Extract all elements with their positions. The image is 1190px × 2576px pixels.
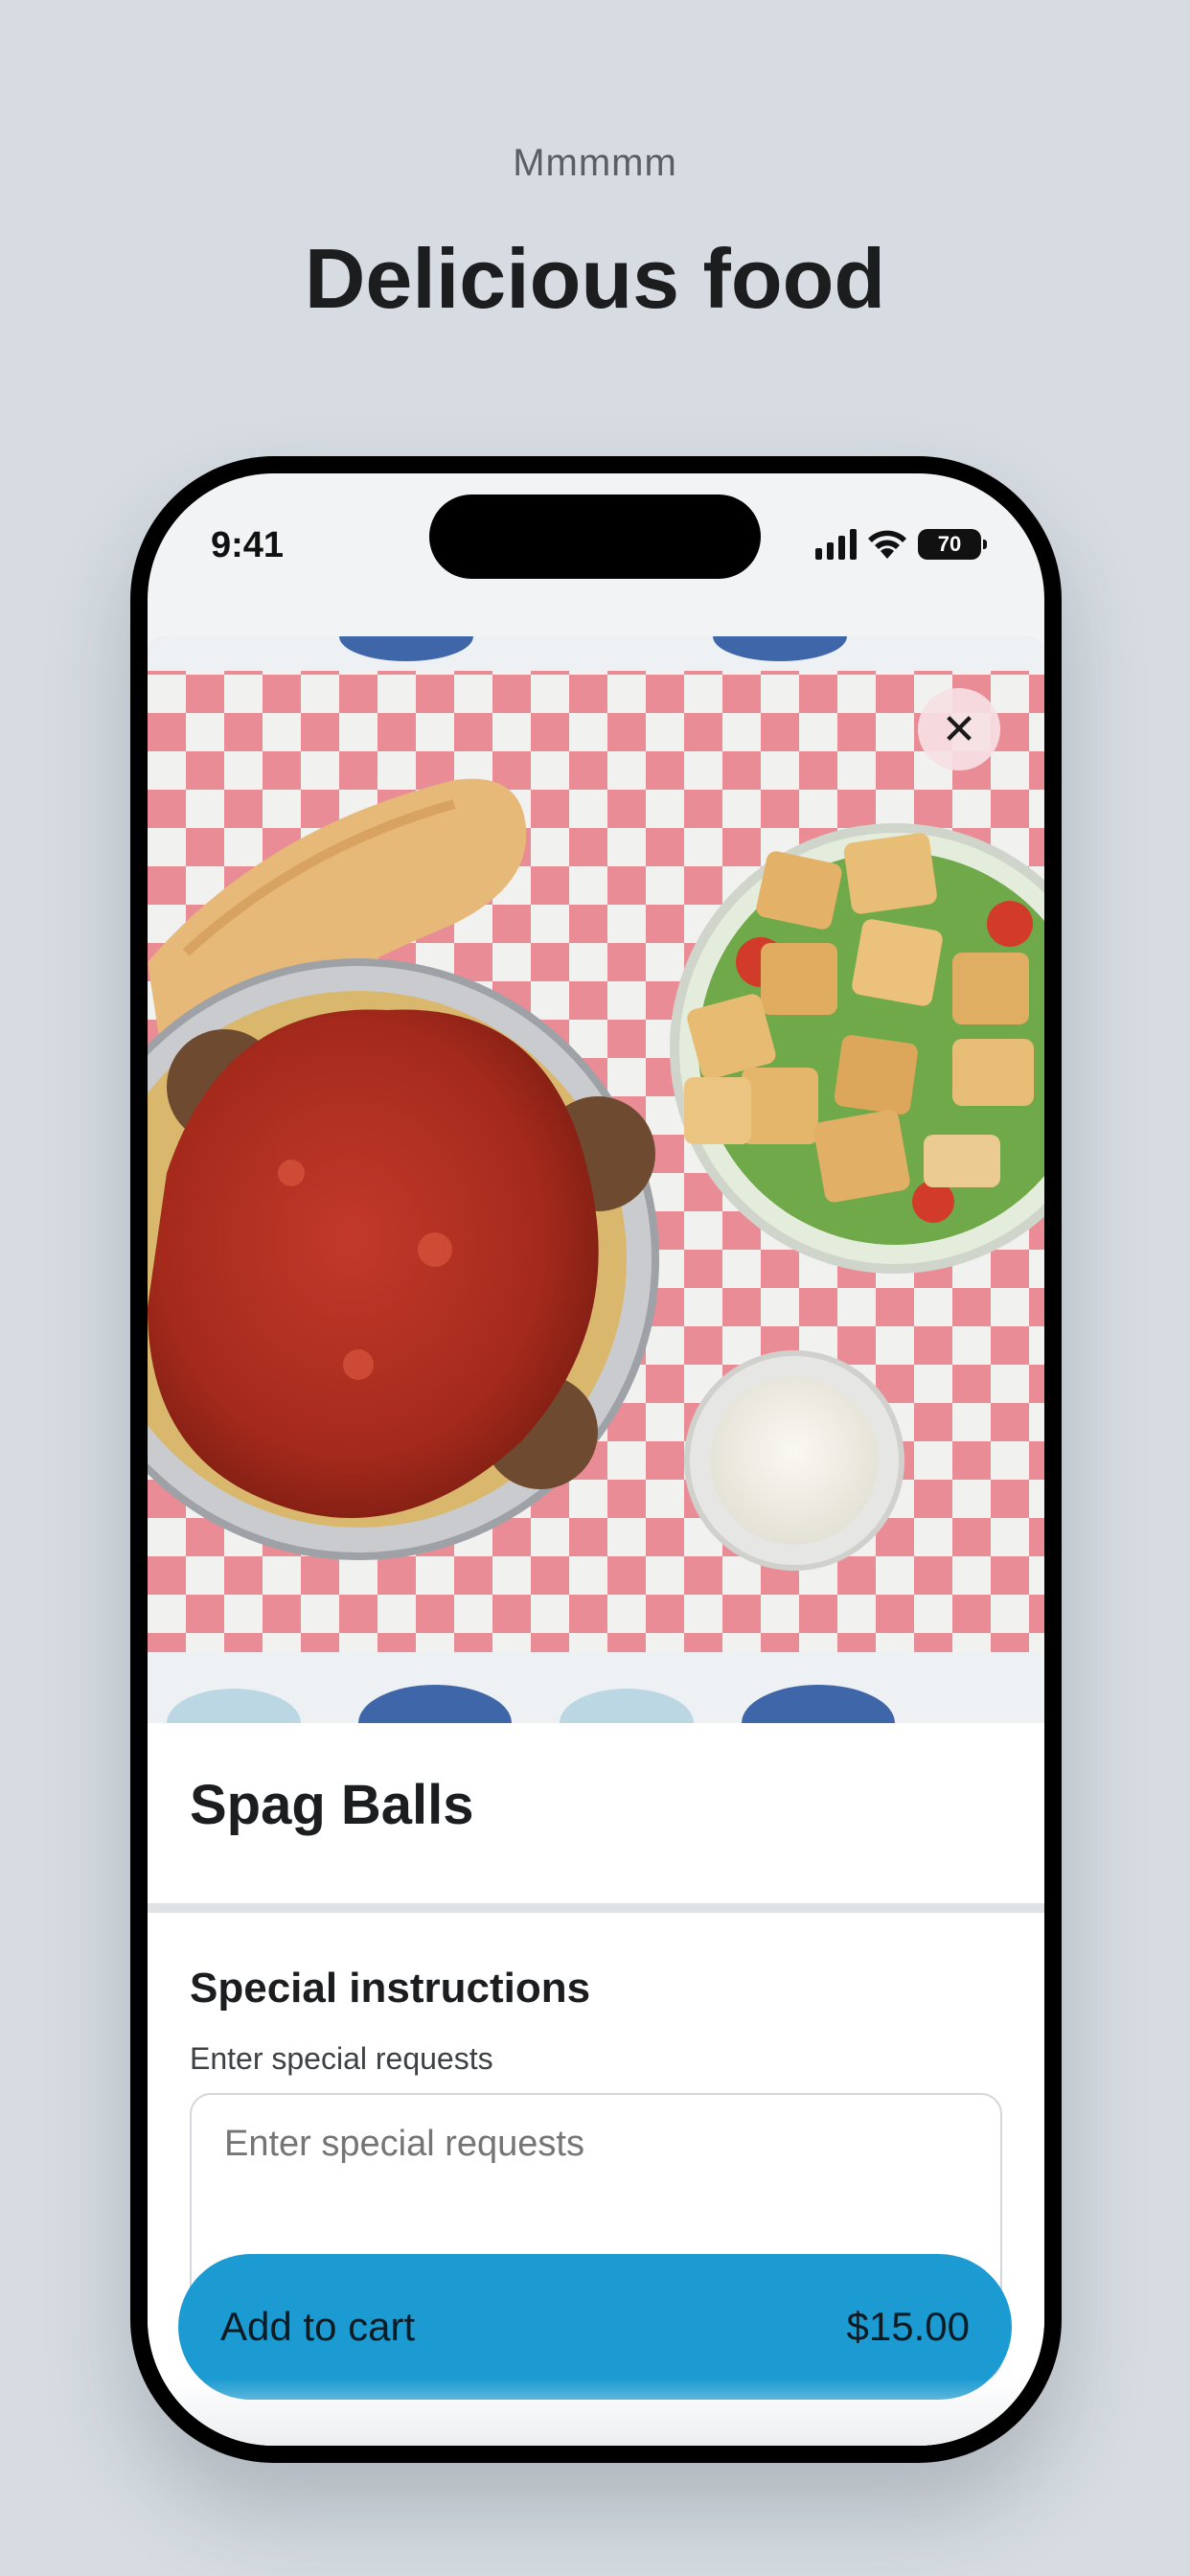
battery-icon: 70 <box>918 529 987 560</box>
item-title: Spag Balls <box>190 1774 474 1836</box>
phone-screen: 9:41 70 ✕ Spag Balls Special instruction… <box>148 473 1044 2446</box>
bottom-fade <box>148 2379 1044 2446</box>
page-headline: Delicious food <box>304 231 886 326</box>
close-button[interactable]: ✕ <box>918 688 1000 770</box>
phone-frame: 9:41 70 ✕ Spag Balls Special instruction… <box>130 456 1062 2463</box>
special-instructions-label: Enter special requests <box>190 2041 493 2076</box>
status-time: 9:41 <box>211 525 285 565</box>
status-bar: 9:41 70 <box>148 473 1044 617</box>
add-to-cart-label: Add to cart <box>220 2304 416 2349</box>
wifi-icon <box>868 530 906 559</box>
eyebrow-text: Mmmmm <box>513 142 677 184</box>
section-divider <box>148 1903 1044 1913</box>
close-icon: ✕ <box>941 705 977 753</box>
food-photo <box>148 636 1044 1761</box>
item-detail-sheet: ✕ Spag Balls Special instructions Enter … <box>148 636 1044 2446</box>
signal-icon <box>815 529 857 560</box>
dynamic-island <box>429 494 761 579</box>
cart-price: $15.00 <box>846 2304 970 2349</box>
food-image: ✕ <box>148 636 1044 1761</box>
status-icons: 70 <box>815 527 987 562</box>
special-instructions-title: Special instructions <box>190 1965 591 2012</box>
